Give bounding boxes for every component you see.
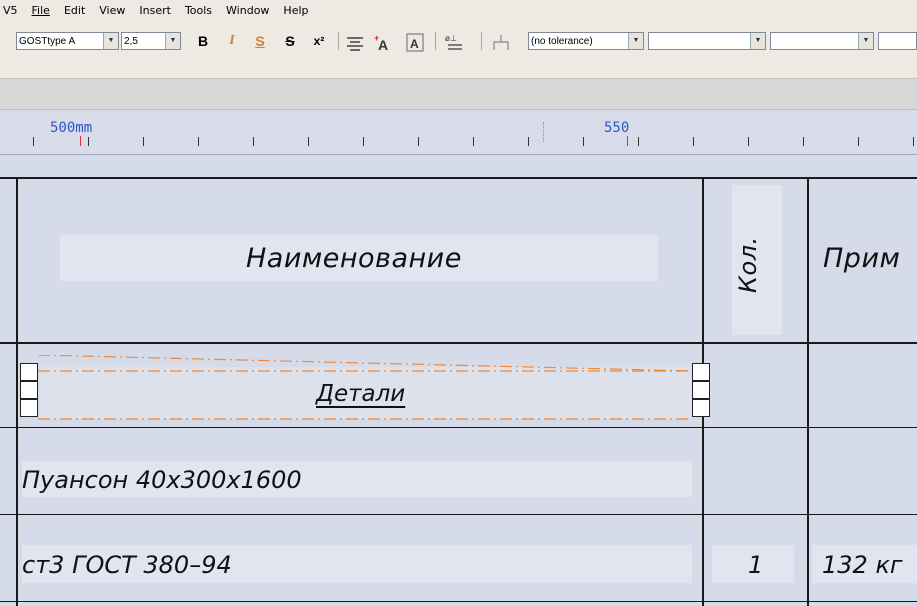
ruler-tick [473, 137, 474, 146]
menu-help[interactable]: Help [283, 4, 308, 17]
strikethrough-button[interactable]: S [282, 31, 298, 51]
toolbar-separator [435, 32, 436, 50]
ruler-tick [363, 137, 364, 146]
ruler-marker [627, 136, 628, 146]
section-title[interactable]: Детали [316, 381, 405, 407]
ruler-tick [88, 137, 89, 146]
ruler-tick [143, 137, 144, 146]
ruler-tick [253, 137, 254, 146]
ruler-tick [638, 137, 639, 146]
ruler-tick [858, 137, 859, 146]
tolerance-select[interactable]: (no tolerance) ▼ [528, 32, 644, 50]
superscript-button[interactable]: x² [308, 31, 330, 51]
text-properties-toolbar: GOSTtype A ▼ 2,5 ▼ B I S S x² A + A ø⊥ (… [0, 20, 917, 79]
header-note: Прим [823, 243, 901, 274]
menu-v5[interactable]: V5 [3, 4, 18, 17]
menu-window[interactable]: Window [226, 4, 269, 17]
text-color-icon[interactable]: A + [372, 32, 394, 54]
ruler-tick [33, 137, 34, 146]
header-bottom-border [0, 342, 917, 344]
tolerance-value: (no tolerance) [531, 36, 593, 47]
ruler-marker [80, 136, 81, 146]
chevron-down-icon[interactable]: ▼ [628, 33, 643, 49]
selection-handle-left-top[interactable] [20, 363, 38, 381]
menu-insert[interactable]: Insert [139, 4, 171, 17]
header-name: Наименование [246, 243, 462, 274]
svg-text:A: A [378, 37, 388, 53]
menu-file[interactable]: File [32, 4, 50, 17]
chevron-down-icon[interactable]: ▼ [750, 33, 765, 49]
ruler-label-550: 550 [604, 120, 630, 136]
header-qty: Кол. [734, 236, 762, 293]
chevron-down-icon[interactable]: ▼ [858, 33, 873, 49]
ruler-tick [198, 137, 199, 146]
anchor-point-icon[interactable] [490, 32, 514, 54]
row1-name[interactable]: Пуансон 40х300х1600 [22, 466, 302, 494]
table-top-border [0, 177, 917, 179]
drawing-sheet[interactable]: Наименование Кол. Прим Детали Пуансон 40… [0, 155, 917, 606]
chevron-down-icon[interactable]: ▼ [165, 33, 180, 49]
selection-handle-right-top[interactable] [692, 363, 710, 381]
svg-text:+: + [374, 33, 379, 43]
ruler-tick [528, 137, 529, 146]
selection-handle-left-bottom[interactable] [20, 399, 38, 417]
section-selection-frame [37, 355, 693, 420]
row2-qty[interactable]: 1 [748, 551, 763, 579]
chevron-down-icon[interactable]: ▼ [103, 33, 118, 49]
align-center-icon[interactable] [346, 36, 364, 52]
svg-text:A: A [410, 37, 419, 51]
italic-button[interactable]: I [225, 31, 239, 51]
secondary-toolbar [0, 79, 917, 110]
menu-bar: V5 File Edit View Insert Tools Window He… [0, 0, 917, 20]
lower-tolerance-select[interactable] [878, 32, 917, 50]
ruler-label-500mm: 500mm [50, 120, 93, 136]
ruler-tick [418, 137, 419, 146]
ruler-tick [913, 137, 914, 146]
svg-text:ø⊥: ø⊥ [445, 34, 457, 43]
ruler-cursor-marker [543, 122, 545, 142]
selection-handle-left-mid[interactable] [20, 381, 38, 399]
ruler-tick [803, 137, 804, 146]
underline-button[interactable]: S [252, 31, 268, 51]
row2-name[interactable]: ст3 ГОСТ 380–94 [22, 551, 232, 579]
selection-handle-right-mid[interactable] [692, 381, 710, 399]
upper-tolerance-select[interactable]: ▼ [770, 32, 874, 50]
text-frame-icon[interactable]: A [404, 32, 426, 54]
tolerance-value-select[interactable]: ▼ [648, 32, 766, 50]
dimension-icon[interactable]: ø⊥ [444, 32, 468, 54]
ruler-tick [308, 137, 309, 146]
toolbar-separator [481, 32, 482, 50]
row-border [0, 514, 917, 515]
toolbar-separator [338, 32, 339, 50]
font-name-value: GOSTtype A [19, 36, 76, 47]
ruler-tick [693, 137, 694, 146]
menu-edit[interactable]: Edit [64, 4, 85, 17]
horizontal-ruler[interactable]: 500mm 550 [0, 110, 917, 155]
row-border [0, 601, 917, 602]
menu-tools[interactable]: Tools [185, 4, 212, 17]
menu-view[interactable]: View [99, 4, 125, 17]
selection-handle-right-bottom[interactable] [692, 399, 710, 417]
font-size-select[interactable]: 2,5 ▼ [121, 32, 181, 50]
ruler-tick [583, 137, 584, 146]
bold-button[interactable]: B [195, 31, 211, 51]
row2-note[interactable]: 132 кг [822, 551, 903, 579]
ruler-tick [748, 137, 749, 146]
font-size-value: 2,5 [124, 36, 138, 47]
font-name-select[interactable]: GOSTtype A ▼ [16, 32, 119, 50]
